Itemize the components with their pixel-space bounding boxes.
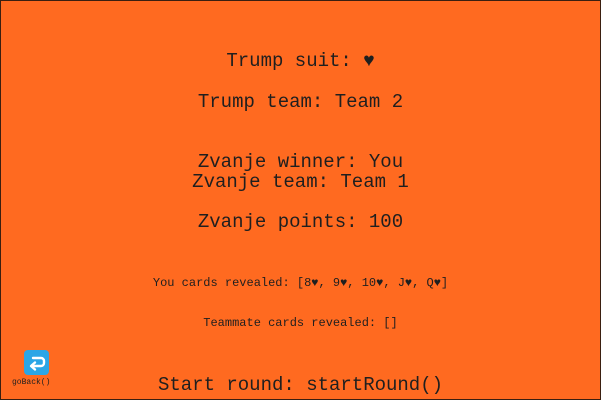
go-back-button[interactable]: [24, 350, 49, 375]
zvanje-team-text: Zvanje team: Team 1: [192, 171, 409, 193]
start-round-action[interactable]: Start round: startRound(): [0, 374, 601, 396]
zvanje-winner-text: Zvanje winner: You: [197, 151, 404, 173]
teammate-cards-revealed-text: Teammate cards revealed: []: [203, 316, 398, 330]
go-back-label: goBack(): [12, 378, 51, 387]
return-arrow-icon: [29, 356, 46, 371]
trump-suit-text: Trump suit: ♥: [226, 50, 375, 72]
trump-team-text: Trump team: Team 2: [197, 91, 404, 113]
you-cards-revealed-text: You cards revealed: [8♥, 9♥, 10♥, J♥, Q♥…: [152, 276, 449, 290]
zvanje-points-text: Zvanje points: 100: [197, 211, 404, 233]
